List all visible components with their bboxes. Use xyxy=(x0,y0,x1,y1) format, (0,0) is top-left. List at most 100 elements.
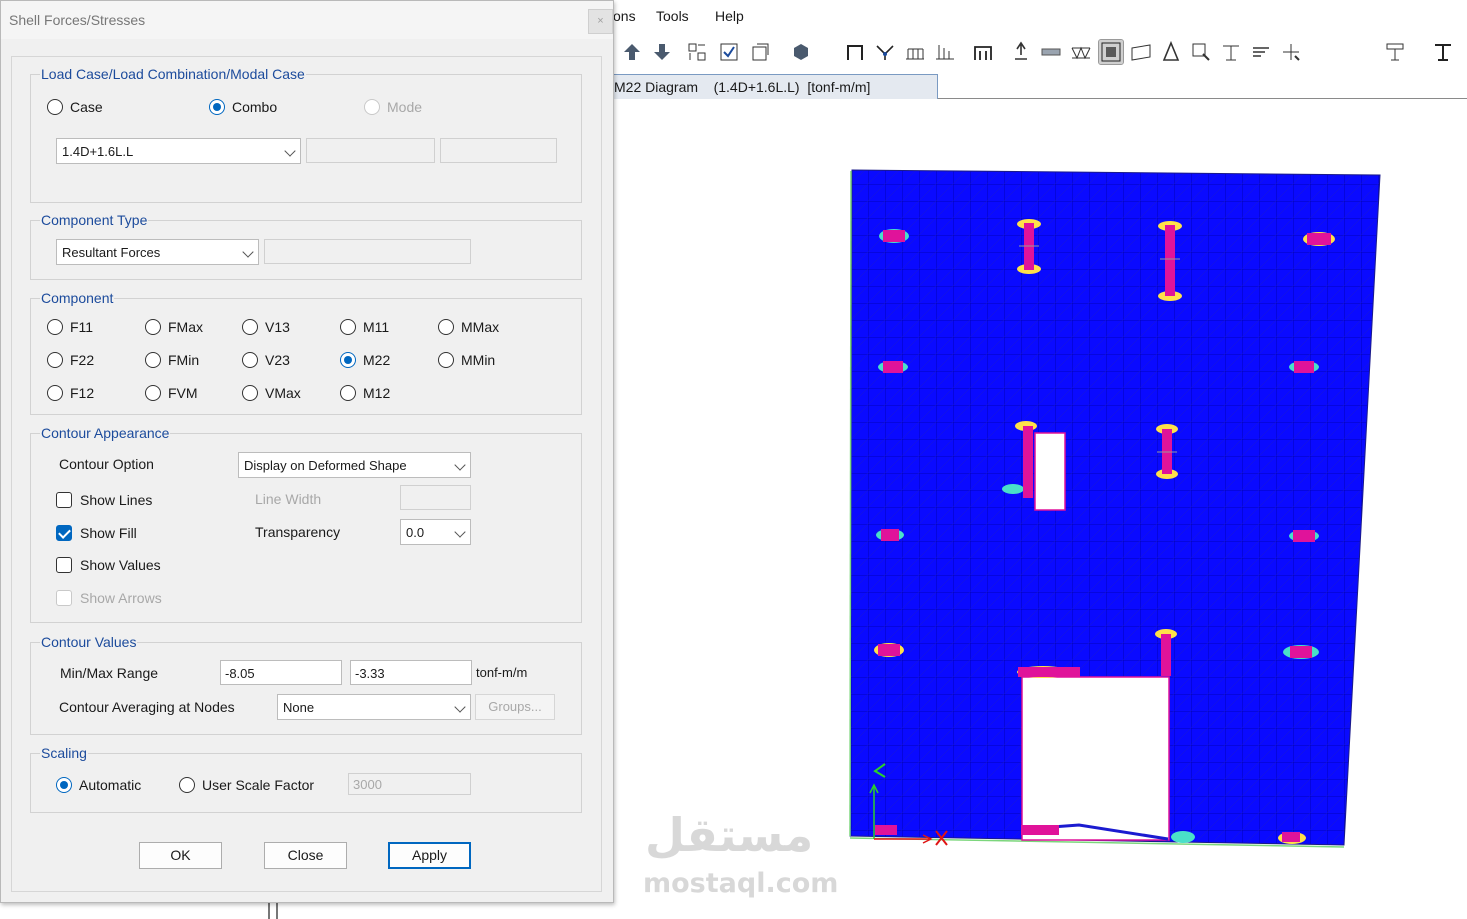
min-max-range-label: Min/Max Range xyxy=(60,665,159,681)
column-hotspot xyxy=(1021,825,1059,835)
radio-v23-circle xyxy=(242,352,258,368)
contour-min-field[interactable]: -8.05 xyxy=(220,660,342,685)
show-arrows-label: Show Arrows xyxy=(80,590,162,606)
release-icon[interactable] xyxy=(873,40,897,64)
contour-averaging-select[interactable]: None xyxy=(277,694,471,720)
apply-button[interactable]: Apply xyxy=(388,842,471,869)
close-icon[interactable]: × xyxy=(588,9,613,34)
radio-mmin[interactable]: MMin xyxy=(438,350,495,370)
dialog-title: Shell Forces/Stresses xyxy=(9,12,146,28)
tab-m22-diagram[interactable]: M22 Diagram (1.4D+1.6L.L) [tonf-m/m] xyxy=(613,74,938,99)
radio-m12[interactable]: M12 xyxy=(340,383,390,403)
crane-icon[interactable] xyxy=(1219,40,1243,64)
portal-icon[interactable] xyxy=(971,40,995,64)
move-down-icon[interactable] xyxy=(650,40,674,64)
transparency-select[interactable]: 0.0 xyxy=(400,519,471,545)
user-scale-value: 3000 xyxy=(353,777,382,792)
show-lines-box xyxy=(56,492,72,508)
radio-combo[interactable]: Combo xyxy=(209,97,277,117)
show-fill-checkbox[interactable]: Show Fill xyxy=(56,523,137,543)
close-button[interactable]: Close xyxy=(264,842,347,869)
contour-values-group: Contour Values Min/Max Range -8.05 -3.33… xyxy=(30,634,582,735)
component-type-value: Resultant Forces xyxy=(62,245,161,260)
radio-f11[interactable]: F11 xyxy=(47,317,93,337)
radio-v23[interactable]: V23 xyxy=(242,350,290,370)
radio-m11-circle xyxy=(340,319,356,335)
menu-tools[interactable]: Tools xyxy=(656,8,689,24)
show-lines-checkbox[interactable]: Show Lines xyxy=(56,490,152,510)
slab-icon[interactable] xyxy=(1039,40,1063,64)
radio-mode[interactable]: Mode xyxy=(364,97,422,117)
contour-max-field[interactable]: -3.33 xyxy=(350,660,472,685)
radio-f12[interactable]: F12 xyxy=(47,383,94,403)
beam-grid-icon[interactable] xyxy=(903,40,927,64)
menu-help[interactable]: Help xyxy=(715,8,744,24)
contour-min-value: -8.05 xyxy=(225,666,255,681)
show-arrows-checkbox[interactable]: Show Arrows xyxy=(56,588,162,608)
watermark-logo: مستقل xyxy=(645,808,814,862)
rebar-icon[interactable] xyxy=(1249,40,1273,64)
chevron-down-icon xyxy=(454,526,466,538)
dialog-titlebar[interactable]: Shell Forces/Stresses × xyxy=(1,1,613,39)
model-view-canvas[interactable] xyxy=(613,99,1467,919)
transparency-label: Transparency xyxy=(255,524,341,540)
show-values-checkbox[interactable]: Show Values xyxy=(56,555,161,575)
truss-icon[interactable] xyxy=(1069,40,1093,64)
check-icon[interactable] xyxy=(717,40,741,64)
column-hotspot xyxy=(876,529,904,541)
3d-box-icon[interactable] xyxy=(789,40,813,64)
radio-combo-circle xyxy=(209,99,225,115)
move-up-icon[interactable] xyxy=(620,40,644,64)
frame-icon[interactable] xyxy=(843,40,867,64)
contour-values-group-label: Contour Values xyxy=(40,634,138,650)
assign-icon[interactable] xyxy=(1383,40,1407,64)
load-aux-field-1 xyxy=(306,138,435,163)
contour-appearance-group: Contour Appearance Contour Option Displa… xyxy=(30,425,582,623)
radio-automatic[interactable]: Automatic xyxy=(56,775,141,795)
radio-fvm[interactable]: FVM xyxy=(145,383,198,403)
opening-small xyxy=(1034,432,1066,511)
radio-combo-label: Combo xyxy=(232,99,278,115)
radio-mmax[interactable]: MMax xyxy=(438,317,499,337)
load-case-group-label: Load Case/Load Combination/Modal Case xyxy=(40,66,306,82)
radio-fmin[interactable]: FMin xyxy=(145,350,199,370)
ok-button[interactable]: OK xyxy=(139,842,222,869)
groups-button[interactable]: Groups... xyxy=(475,694,555,720)
contour-averaging-label: Contour Averaging at Nodes xyxy=(59,699,235,715)
radio-user-scale[interactable]: User Scale Factor xyxy=(179,775,314,795)
radio-m22[interactable]: M22 xyxy=(340,350,390,370)
radio-user-scale-circle xyxy=(179,777,195,793)
radio-vmax[interactable]: VMax xyxy=(242,383,301,403)
tower-icon[interactable] xyxy=(1159,40,1183,64)
radio-f22[interactable]: F22 xyxy=(47,350,94,370)
line-width-label: Line Width xyxy=(255,491,322,507)
radio-mmin-label: MMin xyxy=(461,352,496,368)
wall-icon[interactable] xyxy=(1129,40,1153,64)
pointer-dims-icon[interactable] xyxy=(1279,40,1303,64)
menu-options[interactable]: ons xyxy=(613,8,636,24)
watermark-text: mostaql.com xyxy=(643,868,839,899)
radio-m12-label: M12 xyxy=(363,385,391,401)
component-type-select[interactable]: Resultant Forces xyxy=(56,239,259,265)
contour-option-select[interactable]: Display on Deformed Shape xyxy=(238,452,471,478)
component-group-label: Component xyxy=(40,290,115,306)
select-icon[interactable] xyxy=(685,40,709,64)
column-grid-icon[interactable] xyxy=(933,40,957,64)
zoom-window-icon[interactable] xyxy=(1189,40,1213,64)
rotate-view-icon[interactable] xyxy=(748,40,772,64)
shell-view-icon[interactable] xyxy=(1098,39,1124,65)
show-values-label: Show Values xyxy=(80,557,161,573)
column-hotspot xyxy=(1303,232,1335,246)
radio-fmax[interactable]: FMax xyxy=(145,317,203,337)
support-icon[interactable] xyxy=(1009,40,1033,64)
dialog-body: Load Case/Load Combination/Modal Case Ca… xyxy=(11,56,602,892)
chevron-down-icon xyxy=(454,459,466,471)
radio-fvm-label: FVM xyxy=(168,385,198,401)
radio-v23-label: V23 xyxy=(265,352,290,368)
radio-v13[interactable]: V13 xyxy=(242,317,290,337)
section-icon[interactable] xyxy=(1431,40,1455,64)
radio-m11[interactable]: M11 xyxy=(340,317,389,337)
contour-appearance-group-label: Contour Appearance xyxy=(40,425,171,441)
radio-case[interactable]: Case xyxy=(47,97,103,117)
load-combo-select[interactable]: 1.4D+1.6L.L xyxy=(56,138,301,164)
